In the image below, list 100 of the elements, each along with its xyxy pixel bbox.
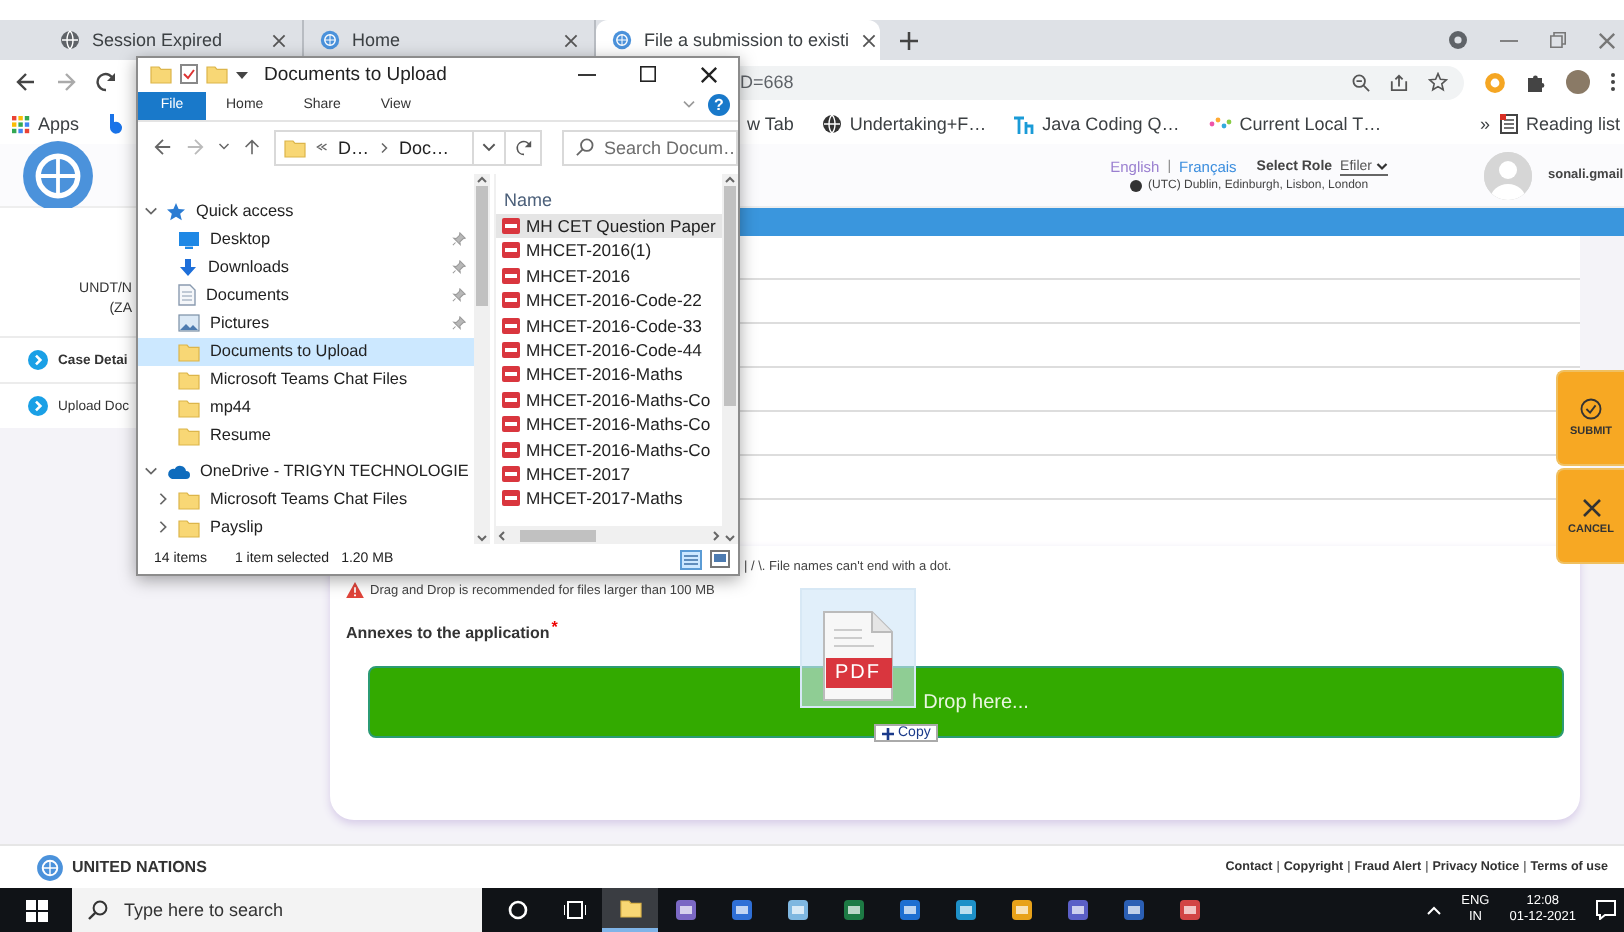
close-icon[interactable] [1581,497,1601,517]
scrollbar[interactable] [722,173,738,545]
menu-icon[interactable] [1610,72,1616,92]
help-icon[interactable]: ? [708,94,730,117]
chevron-down-icon[interactable] [218,142,230,153]
scroll-down-icon[interactable] [476,532,488,545]
record-icon[interactable] [1448,30,1468,50]
app-icon[interactable] [786,898,810,922]
new-tab-icon[interactable] [900,32,918,50]
scroll-right-icon[interactable] [710,529,722,542]
scroll-down-icon[interactable] [724,532,736,545]
back-arrow-icon[interactable] [16,72,36,92]
app-icon[interactable] [730,898,754,922]
windows-logo-icon[interactable] [25,899,47,921]
app-icon[interactable] [954,898,978,922]
dropdown-icon[interactable] [236,69,248,80]
app-icon[interactable] [842,898,866,922]
chevron-down-icon[interactable] [682,100,696,111]
nav-item[interactable]: Payslip [138,513,474,542]
chevron-right-icon[interactable] [156,492,170,507]
bookmark[interactable]: Java Coding Q… [1014,114,1180,134]
task-view-icon[interactable] [563,900,585,920]
column-header[interactable]: Name [496,173,722,214]
file-row[interactable]: MH CET Question Paper [496,213,722,239]
scrollbar[interactable] [496,526,722,545]
nav-item[interactable]: OneDrive - TRIGYN TECHNOLOGIE [138,457,474,486]
file-row[interactable]: MHCET-2016-Code-22 [496,287,722,313]
file-row[interactable]: MHCET-2016-Code-33 [496,312,722,338]
file-row[interactable]: MHCET-2016-Maths-Co [496,387,722,412]
pin-icon[interactable] [452,288,466,303]
scroll-left-icon[interactable] [496,529,508,542]
nav-item[interactable]: Resume [138,421,474,450]
chevron-right-icon[interactable] [156,520,170,535]
scrollbar[interactable] [474,173,490,545]
bookmark[interactable]: Current Local T… [1207,114,1382,134]
file-row[interactable]: MHCET-2017-Maths [496,486,722,511]
reload-icon[interactable] [96,72,116,92]
search-field[interactable]: Type here to search [72,888,482,932]
properties-icon[interactable] [180,64,198,85]
star-icon[interactable] [1428,72,1448,92]
more-bookmarks[interactable]: » [1479,114,1490,134]
search-input[interactable]: Search Docum… [604,137,736,158]
file-row[interactable]: MHCET-2016-Maths [496,362,722,388]
nav-item[interactable]: Quick access [138,197,474,226]
notification-icon[interactable] [1596,900,1616,920]
path-field[interactable]: D… Doc… [274,129,507,166]
up-arrow-icon[interactable] [244,138,260,157]
file-row[interactable]: MHCET-2016 [496,263,722,288]
nav-item[interactable]: Desktop [138,225,474,254]
puzzle-icon[interactable] [1526,72,1546,92]
nav-item[interactable]: Pictures [138,309,474,338]
search-input[interactable]: Type here to search [124,900,482,920]
bookmark[interactable]: w Tab [747,114,794,134]
bookmark[interactable]: Undertaking+F… [821,114,987,134]
app-icon[interactable] [898,898,922,922]
nav-item[interactable]: Microsoft Teams Chat Files [138,365,474,394]
app-icon[interactable] [674,898,698,922]
pin-icon[interactable] [452,232,466,247]
app-icon[interactable] [1122,898,1146,922]
browser-tab[interactable]: File a submission to existi [596,20,880,60]
file-row[interactable]: MHCET-2016(1) [496,238,722,264]
details-view-icon[interactable] [680,549,702,570]
nav-item[interactable]: mp44 [138,393,474,422]
path-segment[interactable]: D… [338,137,369,158]
maximize-icon[interactable] [640,66,656,83]
app-icon[interactable] [1066,898,1090,922]
pin-icon[interactable] [452,260,466,275]
file-row[interactable]: MHCET-2016-Maths-Co [496,436,722,462]
avatar-icon[interactable] [1566,70,1590,94]
nav-item[interactable]: Microsoft Teams Chat Files [138,485,474,514]
file-row[interactable]: MHCET-2016-Maths-Co [496,411,722,437]
pin-icon[interactable] [452,316,466,331]
refresh-button[interactable] [506,129,542,166]
chevron-up-icon[interactable] [1425,904,1442,916]
bookmark-icon[interactable] [107,114,124,134]
reading-list[interactable]: Reading list [1499,114,1620,134]
scroll-up-icon[interactable] [724,173,736,186]
chevron-down-icon[interactable] [144,464,158,479]
search-field[interactable]: Search Docum… [562,129,738,166]
close-icon[interactable] [700,65,718,84]
large-icons-view-icon[interactable] [710,549,730,568]
check-circle-icon [1580,398,1602,420]
zoom-out-icon[interactable] [1352,73,1370,91]
path-segment[interactable]: Doc… [399,137,450,158]
file-row[interactable]: MHCET-2016-Code-44 [496,337,722,363]
file-row[interactable]: MHCET-2017 [496,461,722,487]
ring-icon[interactable] [508,900,528,920]
app-icon[interactable] [1010,898,1034,922]
app-icon[interactable] [1178,898,1202,922]
restore-icon[interactable] [1550,32,1566,48]
back-arrow-icon[interactable] [154,138,172,157]
chevron-down-icon[interactable] [144,204,158,219]
apps-shortcut[interactable]: Apps [12,114,80,134]
share-icon[interactable] [1390,73,1408,91]
nav-item[interactable]: Documents to Upload [138,337,474,366]
scroll-up-icon[interactable] [476,173,488,186]
close-icon[interactable] [861,33,876,47]
folder-icon [178,517,200,538]
nav-item[interactable]: Downloads [138,253,474,282]
nav-item[interactable]: Documents [138,281,474,310]
